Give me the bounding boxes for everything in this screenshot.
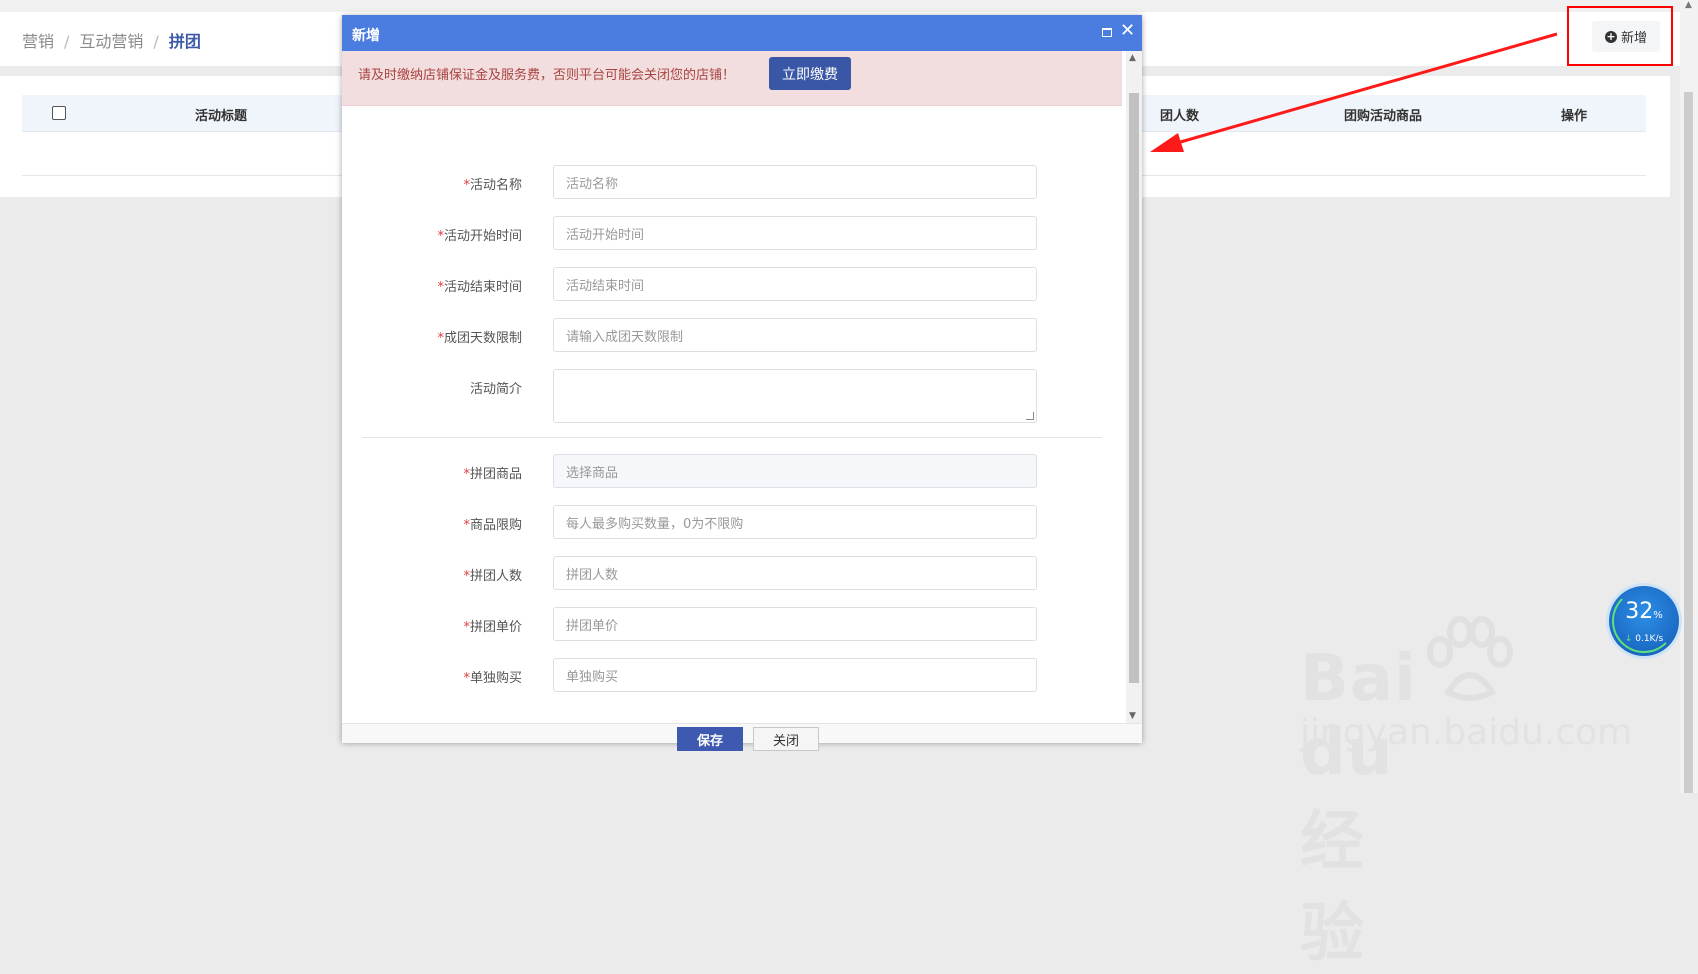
intro-textarea[interactable] (553, 369, 1037, 423)
group-size-input[interactable]: 拼团人数 (553, 556, 1037, 590)
close-button[interactable]: 关闭 (753, 727, 819, 751)
page-scrollbar-thumb[interactable] (1684, 92, 1693, 793)
modal-scrollbar[interactable]: ▲ ▼ (1126, 51, 1142, 723)
select-all-checkbox[interactable] (52, 106, 66, 120)
group-price-label: *拼团单价 (463, 620, 522, 635)
intro-label: 活动简介 (469, 382, 522, 397)
download-arrow-icon: ↓ (1624, 634, 1633, 644)
single-price-label: *单独购买 (463, 671, 522, 686)
breadcrumb: 营销 / 互动营销 / 拼团 (22, 28, 201, 52)
page-scrollbar[interactable]: ▲ (1680, 0, 1698, 793)
purchase-limit-label: *商品限购 (463, 518, 522, 533)
end-time-input[interactable]: 活动结束时间 (553, 267, 1037, 301)
day-limit-input[interactable]: 请输入成团天数限制 (553, 318, 1037, 352)
form-row-group-price: *拼团单价 拼团单价 (342, 607, 1122, 641)
plus-circle-icon: + (1604, 29, 1617, 43)
breadcrumb-separator: / (64, 32, 70, 51)
scroll-up-icon[interactable]: ▲ (1685, 0, 1692, 10)
close-icon[interactable]: ✕ (1120, 21, 1135, 41)
form-row-activity-name: *活动名称 活动名称 (342, 165, 1122, 199)
fee-notice: 请及时缴纳店铺保证金及服务费，否则平台可能会关闭您的店铺！ 立即缴费 (342, 51, 1122, 106)
start-time-input[interactable]: 活动开始时间 (553, 216, 1037, 250)
end-time-label: *活动结束时间 (437, 280, 522, 295)
speed-rate: ↓ 0.1K/s (1624, 634, 1664, 644)
watermark-logo: Bai du 经验 (1300, 642, 1417, 971)
start-time-label: *活动开始时间 (437, 229, 522, 244)
pay-now-button[interactable]: 立即缴费 (769, 57, 851, 90)
breadcrumb-item-interactive-marketing[interactable]: 互动营销 (79, 32, 143, 51)
maximize-icon[interactable] (1102, 28, 1112, 37)
activity-name-input[interactable]: 活动名称 (553, 165, 1037, 199)
form-row-group-size: *拼团人数 拼团人数 (342, 556, 1122, 590)
add-button-label: 新增 (1620, 31, 1647, 46)
scroll-up-icon[interactable]: ▲ (1129, 53, 1136, 63)
single-price-input[interactable]: 单独购买 (553, 658, 1037, 692)
speed-percent: 32% (1625, 599, 1663, 624)
form-divider (362, 437, 1102, 438)
modal-titlebar[interactable]: 新增 ✕ (342, 15, 1142, 51)
form-row-single-price: *单独购买 单独购买 (342, 658, 1122, 692)
paw-icon (1427, 616, 1513, 701)
column-header-title: 活动标题 (195, 109, 248, 124)
fee-notice-text: 请及时缴纳店铺保证金及服务费，否则平台可能会关闭您的店铺！ (358, 68, 736, 83)
purchase-limit-input[interactable]: 每人最多购买数量，0为不限购 (553, 505, 1037, 539)
modal-body: 请及时缴纳店铺保证金及服务费，否则平台可能会关闭您的店铺！ 立即缴费 *活动名称… (342, 51, 1126, 723)
column-header-group-size: 团人数 (1160, 109, 1200, 124)
column-header-products: 团购活动商品 (1344, 109, 1423, 124)
form-row-start-time: *活动开始时间 活动开始时间 (342, 216, 1122, 250)
modal-title: 新增 (352, 28, 380, 44)
form-row-intro: 活动简介 (342, 369, 1122, 425)
scroll-down-icon[interactable]: ▼ (1129, 711, 1136, 721)
group-size-label: *拼团人数 (463, 569, 522, 584)
modal-scrollbar-thumb[interactable] (1129, 93, 1139, 683)
save-button[interactable]: 保存 (677, 727, 743, 751)
breadcrumb-item-marketing[interactable]: 营销 (22, 32, 54, 51)
add-modal: 新增 ✕ 请及时缴纳店铺保证金及服务费，否则平台可能会关闭您的店铺！ 立即缴费 … (342, 15, 1142, 751)
form-row-product: *拼团商品 选择商品 (342, 454, 1122, 488)
activity-name-label: *活动名称 (463, 178, 522, 193)
product-label: *拼团商品 (463, 467, 522, 482)
form-row-end-time: *活动结束时间 活动结束时间 (342, 267, 1122, 301)
day-limit-label: *成团天数限制 (437, 331, 522, 346)
add-button[interactable]: + 新增 (1592, 21, 1660, 52)
breadcrumb-separator: / (153, 32, 159, 51)
modal-footer: 保存 关闭 (342, 723, 1142, 751)
group-price-input[interactable]: 拼团单价 (553, 607, 1037, 641)
breadcrumb-current: 拼团 (168, 32, 201, 51)
network-speed-widget[interactable]: 32% ↓ 0.1K/s (1609, 586, 1679, 656)
form-row-day-limit: *成团天数限制 请输入成团天数限制 (342, 318, 1122, 352)
form-row-purchase-limit: *商品限购 每人最多购买数量，0为不限购 (342, 505, 1122, 539)
resize-grip-icon[interactable] (1026, 412, 1034, 420)
product-select-input[interactable]: 选择商品 (553, 454, 1037, 488)
watermark-url: jingyan.baidu.com (1300, 712, 1633, 753)
top-strip (0, 0, 1680, 12)
column-header-actions: 操作 (1561, 109, 1588, 124)
